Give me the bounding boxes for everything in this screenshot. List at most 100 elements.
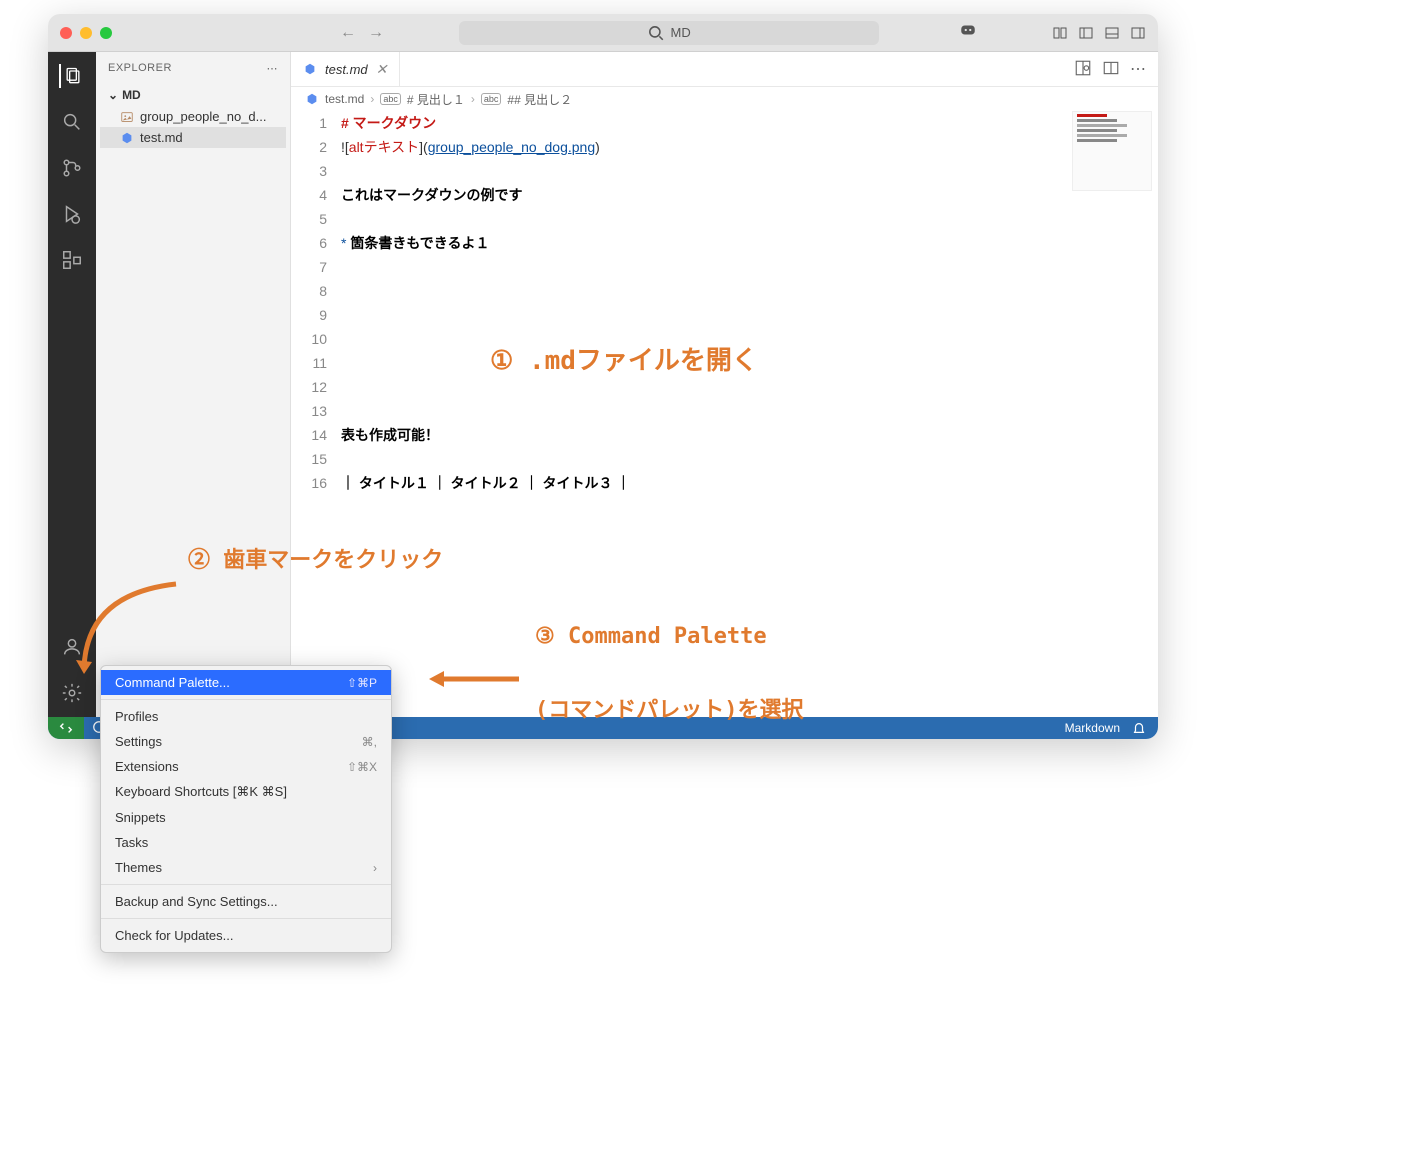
- close-tab-icon[interactable]: ✕: [376, 61, 388, 78]
- settings-context-menu: Command Palette...⇧⌘PProfilesSettings⌘,E…: [100, 665, 392, 953]
- image-file-icon: [120, 110, 134, 124]
- sidebar-title: EXPLORER: [108, 62, 172, 74]
- maximize-window-button[interactable]: [100, 27, 112, 39]
- code-line[interactable]: [341, 279, 1158, 303]
- titlebar-layout-controls: [1052, 25, 1146, 41]
- editor-area: test.md ✕ ⋯ test.md › abc # 見出し１ › abc #…: [291, 52, 1158, 717]
- menu-item[interactable]: Profiles: [101, 704, 391, 729]
- window-body: EXPLORER ⋯ ⌄ MD group_people_no_d... tes…: [48, 52, 1158, 717]
- editor-tab[interactable]: test.md ✕: [291, 52, 400, 86]
- code-line[interactable]: # マークダウン: [341, 111, 1158, 135]
- language-mode[interactable]: Markdown: [1065, 721, 1120, 735]
- annotation-step3a: ③ Command Palette: [535, 624, 767, 649]
- file-name: group_people_no_d...: [140, 109, 267, 124]
- menu-item-label: Themes: [115, 860, 162, 875]
- tab-actions: ⋯: [1074, 59, 1158, 79]
- preview-icon[interactable]: [1074, 59, 1092, 77]
- menu-separator: [101, 699, 391, 700]
- code-line[interactable]: ![altテキスト](group_people_no_dog.png): [341, 135, 1158, 159]
- folder-name: MD: [122, 88, 141, 102]
- code-line[interactable]: [341, 375, 1158, 399]
- annotation-step3b: (コマンドパレット)を選択: [535, 692, 804, 724]
- code-line[interactable]: [341, 399, 1158, 423]
- menu-item-shortcut: ⌘,: [362, 735, 377, 749]
- menu-item-label: Tasks: [115, 835, 148, 850]
- copilot-icon[interactable]: [959, 21, 977, 44]
- menu-item[interactable]: Extensions ⇧⌘X: [101, 754, 391, 779]
- menu-item[interactable]: Keyboard Shortcuts [⌘K ⌘S]: [101, 779, 391, 805]
- sidebar-header: EXPLORER ⋯: [96, 52, 290, 84]
- menu-item-label: Backup and Sync Settings...: [115, 894, 278, 909]
- panel-right-icon[interactable]: [1130, 25, 1146, 41]
- more-icon[interactable]: ⋯: [267, 62, 279, 75]
- code-line[interactable]: * 箇条書きもできるよ１: [341, 231, 1158, 255]
- breadcrumb[interactable]: test.md › abc # 見出し１ › abc ## 見出し２: [291, 87, 1158, 111]
- code-line[interactable]: [341, 255, 1158, 279]
- annotation-step1: ① .mdファイルを開く: [490, 340, 758, 377]
- file-item[interactable]: group_people_no_d...: [100, 106, 286, 127]
- source-control-icon[interactable]: [60, 156, 84, 180]
- chevron-right-icon: ›: [370, 92, 374, 106]
- code-line[interactable]: [341, 159, 1158, 183]
- search-icon: [647, 24, 665, 42]
- menu-item-shortcut: ⇧⌘P: [347, 676, 377, 690]
- menu-item-label: Profiles: [115, 709, 158, 724]
- chevron-down-icon: ⌄: [108, 88, 118, 102]
- extensions-icon[interactable]: [60, 248, 84, 272]
- split-editor-icon[interactable]: [1102, 59, 1120, 77]
- command-center-search[interactable]: MD: [459, 21, 879, 45]
- close-window-button[interactable]: [60, 27, 72, 39]
- code-line[interactable]: 表も作成可能！: [341, 423, 1158, 447]
- tab-title: test.md: [325, 62, 368, 77]
- folder-header[interactable]: ⌄ MD: [100, 84, 286, 106]
- menu-item-label: Settings: [115, 734, 162, 749]
- chevron-right-icon: ›: [373, 861, 377, 875]
- menu-item-label: Extensions: [115, 759, 179, 774]
- annotation-arrow-3: [424, 667, 524, 691]
- code-line[interactable]: ｜ タイトル１ ｜ タイトル２ ｜ タイトル３ ｜: [341, 471, 1158, 495]
- chevron-right-icon: ›: [471, 92, 475, 106]
- search-icon[interactable]: [60, 110, 84, 134]
- code-line[interactable]: [341, 207, 1158, 231]
- nav-forward-icon[interactable]: →: [368, 24, 384, 42]
- nav-back-icon[interactable]: ←: [340, 24, 356, 42]
- sidebar-section: ⌄ MD group_people_no_d... test.md: [96, 84, 290, 148]
- menu-item[interactable]: Snippets: [101, 805, 391, 830]
- file-item[interactable]: test.md: [100, 127, 286, 148]
- code-line[interactable]: [341, 447, 1158, 471]
- panel-bottom-icon[interactable]: [1104, 25, 1120, 41]
- remote-indicator[interactable]: [48, 717, 84, 739]
- titlebar: ← → MD: [48, 14, 1158, 52]
- search-text: MD: [671, 25, 691, 40]
- file-name: test.md: [140, 130, 183, 145]
- run-debug-icon[interactable]: [60, 202, 84, 226]
- symbol-icon: abc: [380, 93, 401, 105]
- panel-left-icon[interactable]: [1078, 25, 1094, 41]
- explorer-icon[interactable]: [59, 64, 83, 88]
- minimap[interactable]: [1072, 111, 1152, 191]
- menu-separator: [101, 884, 391, 885]
- nav-arrows: ← →: [340, 24, 384, 42]
- more-icon[interactable]: ⋯: [1130, 59, 1146, 79]
- markdown-file-icon: [120, 131, 134, 145]
- menu-item-label: Keyboard Shortcuts [⌘K ⌘S]: [115, 784, 287, 800]
- minimize-window-button[interactable]: [80, 27, 92, 39]
- line-gutter: 12345678910111213141516: [291, 111, 341, 717]
- settings-gear-icon[interactable]: [60, 681, 84, 705]
- layout-icon[interactable]: [1052, 25, 1068, 41]
- menu-item-shortcut: ⇧⌘X: [347, 760, 377, 774]
- menu-item[interactable]: Check for Updates...: [101, 923, 391, 948]
- menu-item[interactable]: Backup and Sync Settings...: [101, 889, 391, 914]
- traffic-lights: [60, 27, 112, 39]
- breadcrumb-h2: ## 見出し２: [507, 91, 572, 108]
- bell-icon[interactable]: [1132, 721, 1146, 735]
- code-line[interactable]: これはマークダウンの例です: [341, 183, 1158, 207]
- menu-item[interactable]: Themes ›: [101, 855, 391, 880]
- menu-item[interactable]: Settings ⌘,: [101, 729, 391, 754]
- menu-item[interactable]: Tasks: [101, 830, 391, 855]
- code-line[interactable]: [341, 303, 1158, 327]
- annotation-arrow-1: [66, 574, 186, 684]
- annotation-step2: ② 歯車マークをクリック: [188, 542, 443, 574]
- breadcrumb-file: test.md: [325, 92, 364, 106]
- markdown-file-icon: [303, 62, 317, 76]
